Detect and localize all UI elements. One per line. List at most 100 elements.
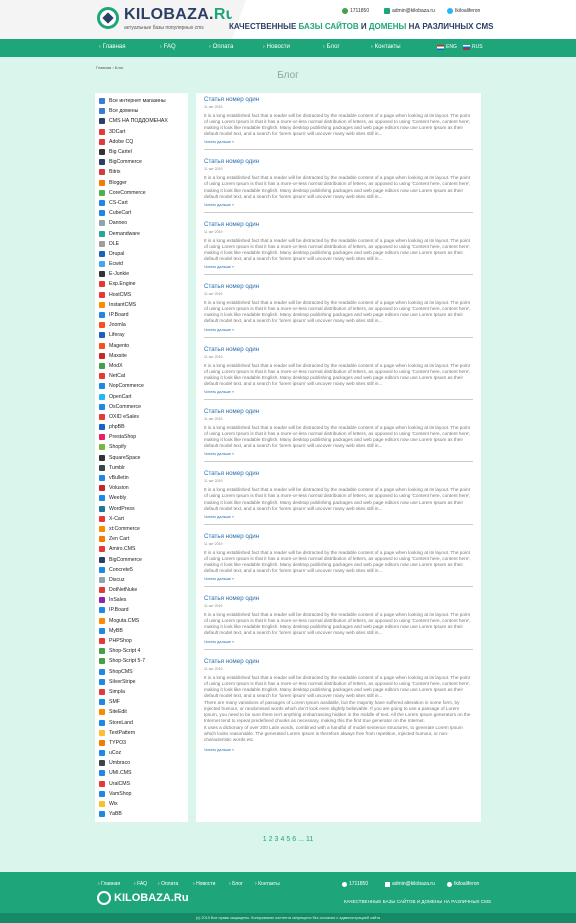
- sidebar-item[interactable]: Blogger: [99, 178, 188, 188]
- read-more-link[interactable]: Читать дальше »: [204, 389, 473, 396]
- sidebar-item[interactable]: Все интернет магазины: [99, 96, 188, 106]
- post-title-link[interactable]: Статья номер один: [204, 158, 473, 166]
- sidebar-item[interactable]: Wix: [99, 799, 188, 809]
- read-more-link[interactable]: Читать дальше »: [204, 264, 473, 271]
- sidebar-item[interactable]: E-Junkie: [99, 269, 188, 279]
- read-more-link[interactable]: Читать дальше »: [204, 576, 473, 583]
- page-link[interactable]: 3: [275, 836, 279, 843]
- footer-nav-faq[interactable]: › FAQ: [134, 881, 147, 887]
- sidebar-item[interactable]: OsCommerce: [99, 402, 188, 412]
- read-more-link[interactable]: Читать дальше »: [204, 639, 473, 646]
- header-phone[interactable]: 1711850: [342, 8, 369, 14]
- footer-skype[interactable]: Ikiloaliferon: [447, 881, 479, 887]
- post-title-link[interactable]: Статья номер один: [204, 408, 473, 416]
- page-link[interactable]: 5: [286, 836, 290, 843]
- sidebar-item[interactable]: Drupal: [99, 249, 188, 259]
- nav-faq[interactable]: › FAQ: [160, 44, 176, 50]
- sidebar-item[interactable]: CubeCart: [99, 208, 188, 218]
- post-title-link[interactable]: Статья номер один: [204, 595, 473, 603]
- lang-rus[interactable]: RUS: [463, 44, 483, 50]
- sidebar-item[interactable]: Magento: [99, 341, 188, 351]
- sidebar-item[interactable]: NetCat: [99, 371, 188, 381]
- footer-nav-news[interactable]: › Новости: [193, 881, 215, 887]
- post-title-link[interactable]: Статья номер один: [204, 221, 473, 229]
- sidebar-item[interactable]: YaBB: [99, 809, 188, 819]
- sidebar-item[interactable]: ShopCMS: [99, 667, 188, 677]
- post-title-link[interactable]: Статья номер один: [204, 470, 473, 478]
- sidebar-item[interactable]: InSales: [99, 595, 188, 605]
- sidebar-item[interactable]: IP.Board: [99, 605, 188, 615]
- sidebar-item[interactable]: IP.Board: [99, 310, 188, 320]
- page-link[interactable]: 11: [306, 836, 313, 843]
- read-more-link[interactable]: Читать дальше »: [204, 451, 473, 458]
- read-more-link[interactable]: Читать дальше »: [204, 202, 473, 209]
- sidebar-item[interactable]: UralCMS: [99, 779, 188, 789]
- post-title-link[interactable]: Статья номер один: [204, 283, 473, 291]
- sidebar-item[interactable]: Все домены: [99, 106, 188, 116]
- logo-area[interactable]: KILOBAZA.Ru актуальные базы популярных c…: [0, 0, 246, 39]
- footer-logo-text[interactable]: KILOBAZA.Ru: [114, 892, 189, 904]
- sidebar-item[interactable]: uCoz: [99, 748, 188, 758]
- nav-payment[interactable]: › Оплата: [209, 44, 233, 50]
- sidebar-item[interactable]: Big Cartel: [99, 147, 188, 157]
- sidebar-item[interactable]: Bitrix: [99, 167, 188, 177]
- sidebar-item[interactable]: OXID eSales: [99, 412, 188, 422]
- sidebar-item[interactable]: OpenCart: [99, 391, 188, 401]
- nav-home[interactable]: › Главная: [99, 44, 126, 50]
- sidebar-item[interactable]: VamShop: [99, 789, 188, 799]
- footer-phone[interactable]: 1711850: [342, 881, 368, 887]
- sidebar-item[interactable]: PrestaShop: [99, 432, 188, 442]
- read-more-link[interactable]: Читать дальше »: [204, 327, 473, 334]
- sidebar-item[interactable]: DotNetNuke: [99, 585, 188, 595]
- sidebar-item[interactable]: Tumblr: [99, 463, 188, 473]
- nav-blog[interactable]: › Блог: [323, 44, 340, 50]
- footer-nav-home[interactable]: › Главная: [98, 881, 120, 887]
- sidebar-item[interactable]: InstantCMS: [99, 300, 188, 310]
- sidebar-item[interactable]: SiteEdit: [99, 707, 188, 717]
- sidebar-item[interactable]: Maxsite: [99, 351, 188, 361]
- footer-nav-payment[interactable]: › Оплата: [158, 881, 178, 887]
- sidebar-item[interactable]: Umbraco: [99, 758, 188, 768]
- footer-nav-blog[interactable]: › Блог: [229, 881, 243, 887]
- read-more-link[interactable]: Читать дальше »: [204, 747, 473, 754]
- sidebar-item[interactable]: BigCommerce: [99, 554, 188, 564]
- sidebar-item[interactable]: 3DCart: [99, 127, 188, 137]
- page-link[interactable]: 4: [280, 836, 284, 843]
- sidebar-item[interactable]: TextPattern: [99, 728, 188, 738]
- nav-news[interactable]: › Новости: [263, 44, 290, 50]
- sidebar-item[interactable]: StoreLand: [99, 717, 188, 727]
- sidebar-item[interactable]: Liferay: [99, 330, 188, 340]
- sidebar-item[interactable]: CMS НА ПОДДОМЕНАХ: [99, 116, 188, 126]
- sidebar-item[interactable]: SMF: [99, 697, 188, 707]
- page-link[interactable]: 6: [292, 836, 296, 843]
- sidebar-item[interactable]: UMI.CMS: [99, 768, 188, 778]
- post-title-link[interactable]: Статья номер один: [204, 658, 473, 666]
- sidebar-item[interactable]: Discuz: [99, 575, 188, 585]
- sidebar-item[interactable]: CoreCommerce: [99, 188, 188, 198]
- sidebar-item[interactable]: ModX: [99, 361, 188, 371]
- sidebar-item[interactable]: Mogutа.CMS: [99, 616, 188, 626]
- sidebar-item[interactable]: vBulletin: [99, 473, 188, 483]
- sidebar-item[interactable]: X-Cart: [99, 514, 188, 524]
- sidebar-item[interactable]: HostCMS: [99, 290, 188, 300]
- sidebar-item[interactable]: Shop-Script 5-7: [99, 656, 188, 666]
- sidebar-item[interactable]: DLE: [99, 239, 188, 249]
- sidebar-item[interactable]: MyBB: [99, 626, 188, 636]
- sidebar-item[interactable]: TYPO3: [99, 738, 188, 748]
- header-skype[interactable]: Ikiloaliferon: [447, 8, 480, 14]
- sidebar-item[interactable]: Adobe CQ: [99, 137, 188, 147]
- sidebar-item[interactable]: CS-Cart: [99, 198, 188, 208]
- post-title-link[interactable]: Статья номер один: [204, 533, 473, 541]
- post-title-link[interactable]: Статья номер один: [204, 346, 473, 354]
- sidebar-item[interactable]: BigCommerce: [99, 157, 188, 167]
- sidebar-item[interactable]: Demandware: [99, 228, 188, 238]
- sidebar-item[interactable]: Joomla: [99, 320, 188, 330]
- sidebar-item[interactable]: Concrete5: [99, 565, 188, 575]
- sidebar-item[interactable]: SquareSpace: [99, 453, 188, 463]
- sidebar-item[interactable]: Simpla: [99, 687, 188, 697]
- sidebar-item[interactable]: Amiro.CMS: [99, 544, 188, 554]
- page-link[interactable]: 2: [269, 836, 273, 843]
- nav-contacts[interactable]: › Контакты: [371, 44, 401, 50]
- sidebar-item[interactable]: NopCommerce: [99, 381, 188, 391]
- sidebar-item[interactable]: WordPress: [99, 504, 188, 514]
